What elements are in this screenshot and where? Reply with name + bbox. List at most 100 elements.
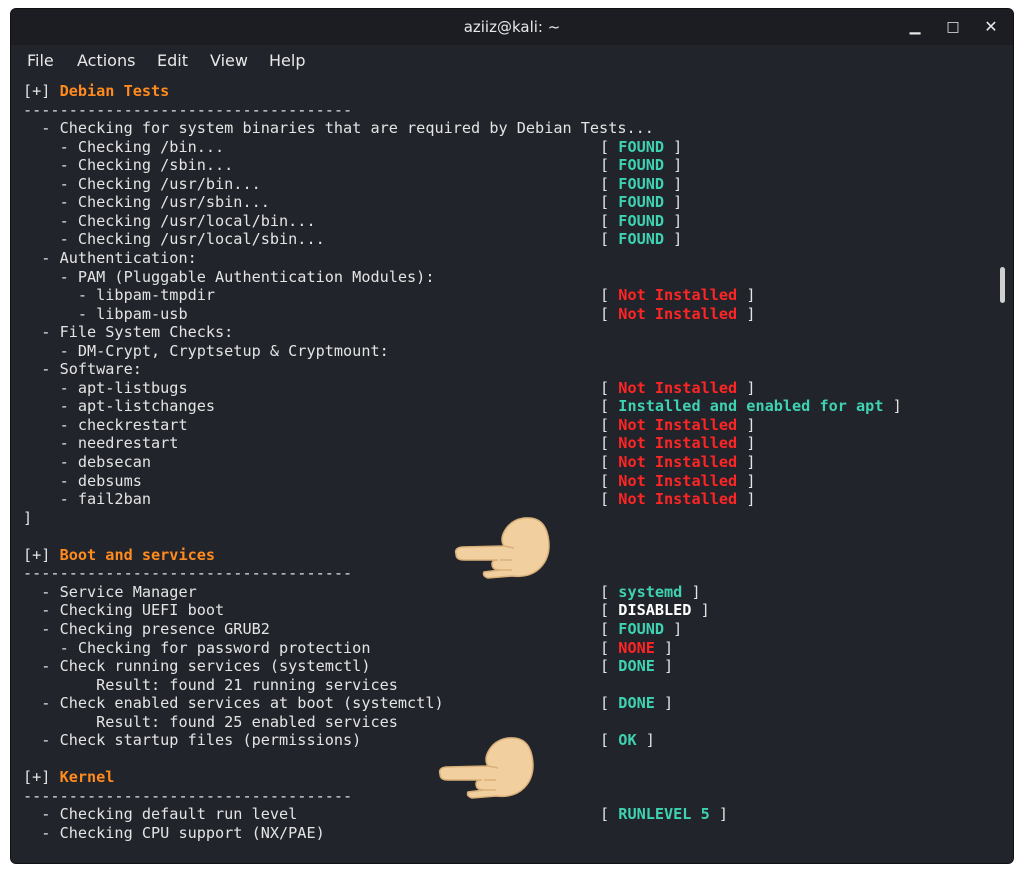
line-text: - apt-listchanges (23, 397, 216, 416)
status-badge: [ OK ] (600, 731, 655, 750)
menu-bar: File Actions Edit View Help (11, 45, 1013, 77)
section-header: [+] Kernel (23, 768, 114, 787)
status-value: FOUND (618, 174, 665, 193)
terminal-line: - Service Manager (23, 583, 196, 602)
status-badge: [ FOUND ] (600, 174, 683, 193)
menu-view[interactable]: View (210, 45, 248, 77)
status-badge: [ Not Installed ] (600, 490, 756, 509)
terminal-line: - Checking UEFI boot (23, 601, 224, 620)
status-value: FOUND (618, 137, 665, 156)
maximize-icon[interactable]: □ (935, 9, 971, 45)
terminal-line: - Checking for system binaries that are … (23, 119, 654, 138)
terminal-line: - Checking /usr/local/bin... (23, 212, 316, 231)
terminal-line: ------------------------------------ (23, 564, 352, 583)
line-text: ------------------------------------ (23, 564, 353, 583)
status-value: Not Installed (618, 434, 738, 453)
status-badge: [ DONE ] (600, 657, 674, 676)
terminal-line: - fail2ban (23, 490, 151, 509)
line-text: - Check startup files (permissions) (23, 731, 362, 750)
status-value: Not Installed (618, 286, 738, 305)
status-value: NONE (618, 638, 655, 657)
section-header: [+] Debian Tests (23, 82, 169, 101)
terminal-line: Result: found 25 enabled services (23, 713, 398, 732)
status-value: DONE (618, 657, 655, 676)
close-icon[interactable]: ✕ (973, 9, 1009, 45)
line-text: - File System Checks: (23, 323, 234, 342)
menu-actions[interactable]: Actions (77, 45, 135, 77)
status-badge: [ Not Installed ] (600, 304, 756, 323)
status-value: Not Installed (618, 378, 738, 397)
terminal-line: ------------------------------------ (23, 787, 352, 806)
terminal-line: - File System Checks: (23, 323, 233, 342)
section-title: Kernel (59, 768, 115, 787)
terminal-line: Result: found 21 running services (23, 676, 398, 695)
line-text: - Checking /bin... (23, 137, 225, 156)
line-text: Result: found 21 running services (23, 675, 398, 694)
terminal-line: - Checking default run level (23, 805, 297, 824)
terminal-line: - libpam-usb (23, 305, 188, 324)
status-badge: [ FOUND ] (600, 156, 683, 175)
line-text: - debsums (23, 471, 142, 490)
terminal-line: - needrestart (23, 434, 179, 453)
status-value: FOUND (618, 156, 665, 175)
terminal-line: - debsecan (23, 453, 151, 472)
line-text: - Checking /usr/local/sbin... (23, 230, 325, 249)
status-value: FOUND (618, 193, 665, 212)
line-text: - needrestart (23, 434, 179, 453)
pointing-hand-icon (438, 737, 534, 799)
terminal-line: - debsums (23, 472, 142, 491)
status-badge: [ systemd ] (600, 582, 701, 601)
line-text: - libpam-tmpdir (23, 286, 216, 305)
status-value: Not Installed (618, 490, 738, 509)
line-text: - Checking CPU support (NX/PAE) (23, 824, 325, 842)
line-text: - Checking /usr/bin... (23, 174, 261, 193)
line-text: - Checking /usr/sbin... (23, 193, 270, 212)
title-bar[interactable]: aziiz@kali: ~ ▁ □ ✕ (11, 9, 1013, 45)
status-badge: [ FOUND ] (600, 230, 683, 249)
status-value: DISABLED (618, 601, 692, 620)
line-text: ------------------------------------ (23, 786, 353, 805)
terminal-line: - libpam-tmpdir (23, 286, 215, 305)
terminal-line: - Software: (23, 360, 142, 379)
scrollbar-thumb[interactable] (1000, 267, 1005, 303)
terminal-line: - PAM (Pluggable Authentication Modules)… (23, 268, 435, 287)
line-text: - Checking default run level (23, 805, 298, 824)
line-text: - Authentication: (23, 248, 197, 267)
terminal-line: ------------------------------------ (23, 101, 352, 120)
line-text: - DM-Crypt, Cryptsetup & Cryptmount: (23, 341, 389, 360)
section-header: [+] Boot and services (23, 546, 215, 565)
line-text: ------------------------------------ (23, 100, 353, 119)
status-badge: [ Not Installed ] (600, 471, 756, 490)
status-value: systemd (618, 582, 683, 601)
minimize-icon[interactable]: ▁ (897, 9, 933, 45)
line-text: Result: found 25 enabled services (23, 712, 398, 731)
status-badge: [ FOUND ] (600, 619, 683, 638)
line-text: - Checking /sbin... (23, 156, 234, 175)
status-badge: [ DONE ] (600, 694, 674, 713)
terminal-line: - Checking presence GRUB2 (23, 620, 270, 639)
status-value: FOUND (618, 211, 665, 230)
status-value: DONE (618, 694, 655, 713)
status-badge: [ FOUND ] (600, 211, 683, 230)
status-value: RUNLEVEL 5 (618, 805, 710, 824)
status-value: FOUND (618, 619, 665, 638)
section-title: Debian Tests (59, 82, 170, 100)
line-text: ] (23, 508, 33, 527)
menu-help[interactable]: Help (269, 45, 305, 77)
menu-file[interactable]: File (27, 45, 54, 77)
line-text: - Check running services (systemctl) (23, 657, 371, 676)
terminal-line: - apt-listbugs (23, 379, 188, 398)
terminal-line: - Checking /usr/sbin... (23, 193, 270, 212)
window-title: aziiz@kali: ~ (463, 18, 561, 36)
terminal-line: - Checking /sbin... (23, 156, 234, 175)
terminal-line: - Checking for password protection (23, 639, 371, 658)
status-badge: [ Not Installed ] (600, 415, 756, 434)
line-text: - libpam-usb (23, 304, 188, 323)
menu-edit[interactable]: Edit (157, 45, 188, 77)
status-badge: [ Not Installed ] (600, 286, 756, 305)
terminal-line: - DM-Crypt, Cryptsetup & Cryptmount: (23, 342, 389, 361)
line-text: [+] (23, 82, 60, 100)
scrollbar[interactable] (997, 81, 1007, 861)
terminal-line: - apt-listchanges (23, 397, 215, 416)
line-text: - Checking /usr/local/bin... (23, 211, 316, 230)
